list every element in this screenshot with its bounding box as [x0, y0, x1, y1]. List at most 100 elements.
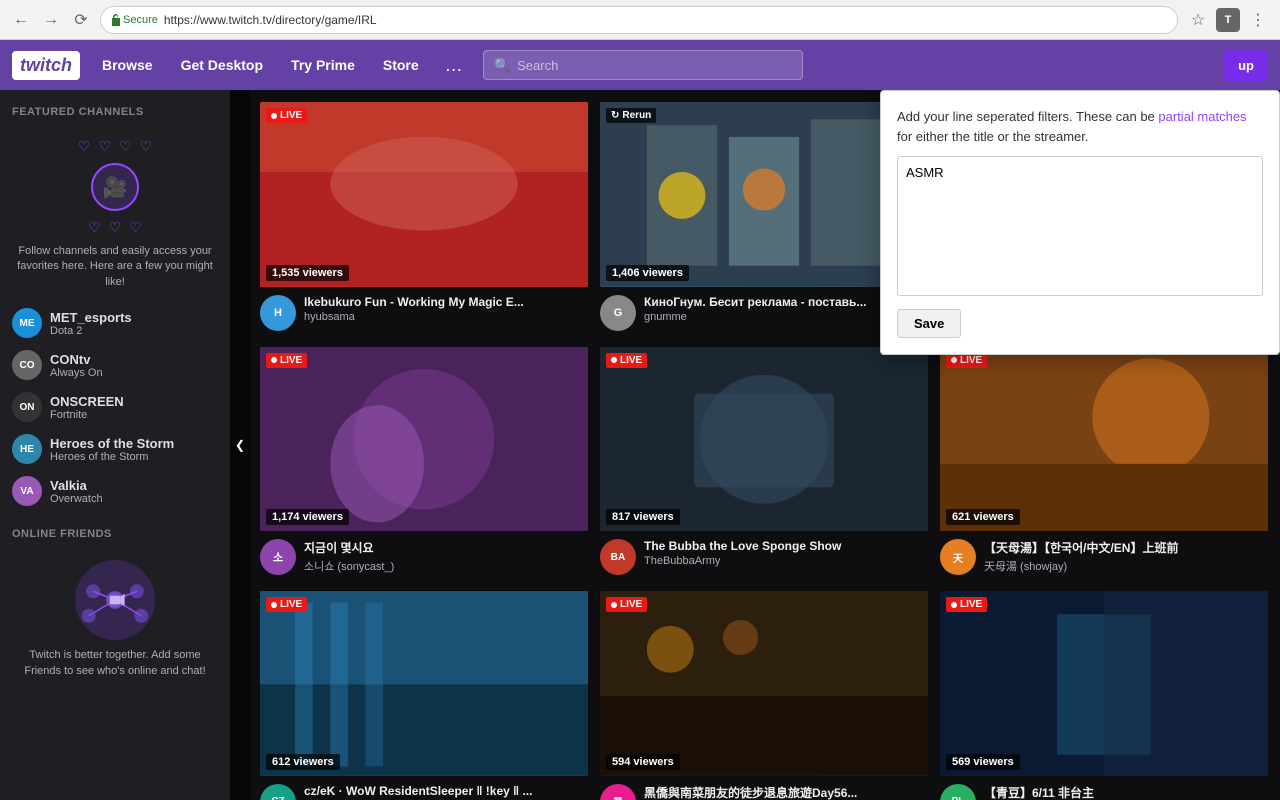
- forward-button[interactable]: →: [38, 7, 64, 33]
- secure-badge: Secure: [111, 14, 158, 26]
- live-badge-7: LIVE: [606, 597, 647, 612]
- filter-popup: Add your line seperated filters. These c…: [880, 90, 1280, 355]
- reload-button[interactable]: ⟳: [68, 7, 94, 33]
- streamer-avatar-0: H: [260, 295, 296, 331]
- signup-button[interactable]: up: [1224, 50, 1268, 81]
- stream-details-8: 【青豆】6/11 非台主 piko_live: [984, 784, 1268, 800]
- channel-avatar-heroes: HE: [12, 434, 42, 464]
- stream-details-4: The Bubba the Love Sponge Show TheBubbaA…: [644, 539, 928, 575]
- viewers-badge-8: 569 viewers: [946, 754, 1020, 770]
- search-input[interactable]: [517, 58, 792, 73]
- stream-info-3: 소 지금이 몇시요 소니쇼 (sonycast_): [260, 539, 588, 575]
- live-badge-4: LIVE: [606, 353, 647, 368]
- stream-card-3[interactable]: LIVE 1,174 viewers 소 지금이 몇시요 소니쇼 (sonyca…: [260, 347, 588, 576]
- address-bar[interactable]: Secure https://www.twitch.tv/directory/g…: [100, 6, 1178, 34]
- stream-card-7[interactable]: LIVE 594 viewers 黑 黑僑與南菜朋友的徒步退息旅遊Day56..…: [600, 591, 928, 800]
- stream-info-0: H Ikebukuro Fun - Working My Magic E... …: [260, 295, 588, 331]
- live-dot-4: [611, 357, 617, 363]
- channel-item-contv[interactable]: CO CONtv Always On: [0, 344, 230, 386]
- live-dot-0: [271, 113, 277, 119]
- sidebar-hearts-2: ♡ ♡ ♡: [12, 219, 218, 236]
- search-bar[interactable]: 🔍: [483, 50, 803, 80]
- twitch-logo[interactable]: twitch: [12, 51, 80, 80]
- streamer-avatar-7: 黑: [600, 784, 636, 800]
- menu-button[interactable]: ⋮: [1244, 6, 1272, 34]
- stream-thumb-bg-0: [260, 102, 588, 287]
- twitch-header: twitch Browse Get Desktop Try Prime Stor…: [0, 40, 1280, 90]
- channel-item-valkia[interactable]: VA Valkia Overwatch: [0, 470, 230, 512]
- channel-info-heroes: Heroes of the Storm Heroes of the Storm: [50, 436, 218, 463]
- channel-item-onscreen[interactable]: ON ONSCREEN Fortnite: [0, 386, 230, 428]
- browser-nav-buttons: ← → ⟳: [8, 7, 94, 33]
- nav-store[interactable]: Store: [377, 53, 425, 77]
- browser-actions: ☆ T ⋮: [1184, 6, 1272, 34]
- stream-title-4: The Bubba the Love Sponge Show: [644, 539, 928, 553]
- stream-thumb-3: LIVE 1,174 viewers: [260, 347, 588, 532]
- stream-thumb-1: ↻ Rerun 1,406 viewers: [600, 102, 928, 287]
- channel-info-met: MET_esports Dota 2: [50, 310, 218, 337]
- stream-channel-5: 天母湯 (showjay): [984, 558, 1268, 574]
- stream-thumb-5: LIVE 621 viewers: [940, 347, 1268, 532]
- stream-title-0: Ikebukuro Fun - Working My Magic E...: [304, 295, 588, 309]
- stream-card-4[interactable]: LIVE 817 viewers BA The Bubba the Love S…: [600, 347, 928, 576]
- stream-card-6[interactable]: LIVE 612 viewers CZ cz/eK · WoW Resident…: [260, 591, 588, 800]
- streamer-avatar-3: 소: [260, 539, 296, 575]
- stream-thumb-6: LIVE 612 viewers: [260, 591, 588, 776]
- filter-save-button[interactable]: Save: [897, 309, 961, 338]
- stream-thumb-bg-6: [260, 591, 588, 776]
- stream-title-3: 지금이 몇시요: [304, 539, 588, 556]
- stream-card-5[interactable]: LIVE 621 viewers 天 【天母湯】【한국어/中文/EN】上班前 天…: [940, 347, 1268, 576]
- nav-browse[interactable]: Browse: [96, 53, 159, 77]
- stream-thumb-bg-4: [600, 347, 928, 532]
- live-dot-5: [951, 357, 957, 363]
- viewers-badge-5: 621 viewers: [946, 509, 1020, 525]
- channel-game-heroes: Heroes of the Storm: [50, 451, 218, 463]
- secure-text: Secure: [123, 14, 158, 26]
- stream-details-5: 【天母湯】【한국어/中文/EN】上班前 天母湯 (showjay): [984, 539, 1268, 575]
- stream-channel-3: 소니쇼 (sonycast_): [304, 558, 588, 574]
- sidebar-description: Follow channels and easily access your f…: [12, 244, 218, 290]
- stream-info-5: 天 【天母湯】【한국어/中文/EN】上班前 天母湯 (showjay): [940, 539, 1268, 575]
- main-layout: Featured Channels ♡ ♡ ♡ ♡ 🎥 ♡ ♡ ♡ Follow…: [0, 90, 1280, 800]
- viewers-badge-3: 1,174 viewers: [266, 509, 349, 525]
- stream-thumb-bg-8: [940, 591, 1268, 776]
- stream-channel-0: hyubsama: [304, 311, 588, 323]
- live-dot-3: [271, 357, 277, 363]
- stream-details-7: 黑僑與南菜朋友的徒步退息旅遊Day56... blackoverseas: [644, 784, 928, 800]
- stream-info-6: CZ cz/eK · WoW ResidentSleeper ǁ !key ǁ …: [260, 784, 588, 800]
- nav-prime[interactable]: Try Prime: [285, 53, 361, 77]
- channel-item-heroes[interactable]: HE Heroes of the Storm Heroes of the Sto…: [0, 428, 230, 470]
- stream-card-0[interactable]: LIVE 1,535 viewers H Ikebukuro Fun - Wor…: [260, 102, 588, 331]
- stream-details-3: 지금이 몇시요 소니쇼 (sonycast_): [304, 539, 588, 575]
- stream-info-1: G КиноГнум. Бесит реклама - поставь... g…: [600, 295, 928, 331]
- nav-desktop[interactable]: Get Desktop: [175, 53, 269, 77]
- friends-icon-area: [75, 560, 155, 640]
- viewers-badge-0: 1,535 viewers: [266, 265, 349, 281]
- streamer-avatar-8: PL: [940, 784, 976, 800]
- browser-chrome: ← → ⟳ Secure https://www.twitch.tv/direc…: [0, 0, 1280, 40]
- nav-more[interactable]: …: [441, 51, 467, 80]
- stream-info-7: 黑 黑僑與南菜朋友的徒步退息旅遊Day56... blackoverseas: [600, 784, 928, 800]
- filter-partial-matches-link[interactable]: partial matches: [1158, 109, 1246, 124]
- stream-thumb-4: LIVE 817 viewers: [600, 347, 928, 532]
- online-friends-title: Online Friends: [0, 512, 230, 548]
- stream-thumb-bg-7: [600, 591, 928, 776]
- camera-icon: 🎥: [91, 163, 139, 211]
- back-button[interactable]: ←: [8, 7, 34, 33]
- channel-info-contv: CONtv Always On: [50, 352, 218, 379]
- stream-card-1[interactable]: ↻ Rerun 1,406 viewers G КиноГнум. Бесит …: [600, 102, 928, 331]
- bookmark-button[interactable]: ☆: [1184, 6, 1212, 34]
- channel-game-met: Dota 2: [50, 325, 218, 337]
- filter-textarea[interactable]: ASMR: [897, 156, 1263, 296]
- featured-channels-title: Featured Channels: [0, 90, 230, 126]
- stream-info-8: PL 【青豆】6/11 非台主 piko_live: [940, 784, 1268, 800]
- filter-description2: These can be: [1076, 109, 1155, 124]
- scroll-indicator[interactable]: ❮: [230, 90, 250, 800]
- channel-item-met[interactable]: ME MET_esports Dota 2: [0, 302, 230, 344]
- channel-name-contv: CONtv: [50, 352, 218, 367]
- stream-thumb-bg-3: [260, 347, 588, 532]
- profile-icon[interactable]: T: [1216, 8, 1240, 32]
- channel-game-valkia: Overwatch: [50, 493, 218, 505]
- live-badge-3: LIVE: [266, 353, 307, 368]
- stream-card-8[interactable]: LIVE 569 viewers PL 【青豆】6/11 非台主 piko_li…: [940, 591, 1268, 800]
